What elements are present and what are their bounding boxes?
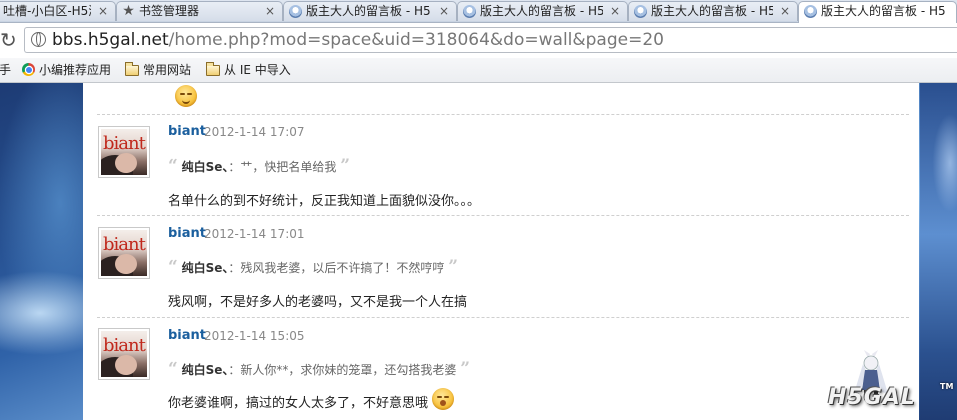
tab-title: 版主大人的留言板 - H5 xyxy=(306,4,431,18)
bookmark-item[interactable]: 手 xyxy=(0,61,11,79)
avatar[interactable]: biant xyxy=(98,227,150,279)
tab-title: 版主大人的留言板 - H5 xyxy=(480,4,603,18)
quote-open-mark: “ xyxy=(168,156,178,176)
globe-icon xyxy=(31,32,46,47)
url-text[interactable]: bbs.h5gal.net/home.php?mod=space&uid=318… xyxy=(52,30,664,50)
close-icon[interactable]: × xyxy=(265,2,275,21)
quote-close-mark: ” xyxy=(448,257,459,277)
tab-2[interactable]: ★ 书签管理器 × xyxy=(116,1,283,21)
divider xyxy=(97,114,909,115)
bookmark-label: 手 xyxy=(0,63,12,77)
quote-open-mark: “ xyxy=(168,359,178,379)
url-host: bbs.h5gal.net xyxy=(52,30,169,50)
wall-entry: biant biant 2012-1-14 17:07 “ 纯白Se、：艹，快把… xyxy=(83,114,919,211)
quoted-message: “ 纯白Se、：残风我老婆，以后不许搞了！不然哼哼 ” xyxy=(168,257,458,277)
tab-title: 吐槽-小白区-H5游 xyxy=(3,4,91,18)
reply-text: 残风啊，不是好多人的老婆吗，又不是我一个人在搞 xyxy=(168,295,468,310)
tab-title: 书签管理器 xyxy=(139,4,200,18)
trademark-mark: TM xyxy=(940,382,954,391)
quote-close-mark: ” xyxy=(460,359,471,379)
reply-text: 你老婆谁啊，搞过的女人太多了，不好意思哦 xyxy=(168,396,429,411)
quoted-author: 纯白Se、 xyxy=(181,261,229,275)
post-time: 2012-1-14 15:05 xyxy=(204,329,305,343)
quoted-message: “ 纯白Se、：艹，快把名单给我 ” xyxy=(168,156,350,176)
gal-favicon-icon xyxy=(463,5,476,18)
reload-icon[interactable]: ↻ xyxy=(0,29,20,51)
gal-favicon-icon xyxy=(289,5,302,18)
quote-open-mark: “ xyxy=(168,257,178,277)
bookmarks-bar: 手 小编推荐应用 常用网站 从 IE 中导入 xyxy=(0,58,957,83)
wall-entry: biant biant 2012-1-14 15:05 “ 纯白Se、：新人你*… xyxy=(83,317,919,420)
divider xyxy=(97,317,909,318)
tab-title: 版主大人的留言板 - H5 xyxy=(651,4,773,18)
divider xyxy=(97,215,909,216)
author-link[interactable]: biant xyxy=(168,124,206,139)
quoted-message: “ 纯白Se、：新人你**，求你妹的笼罩，还勾搭我老婆 ” xyxy=(168,359,470,379)
gal-favicon-icon xyxy=(634,5,647,18)
h5gal-logo: H5GAL TM xyxy=(828,350,957,420)
quote-close-mark: ” xyxy=(340,156,351,176)
avatar-lettering: biant xyxy=(103,234,146,255)
close-icon[interactable]: × xyxy=(610,2,620,21)
bookmark-label: 小编推荐应用 xyxy=(39,63,112,77)
folder-icon xyxy=(125,62,139,76)
logo-text: H5GAL xyxy=(828,385,916,410)
close-icon[interactable]: × xyxy=(780,2,790,21)
tab-title: 版主大人的留言板 - H5 xyxy=(821,4,946,18)
bookmark-apps[interactable]: 小编推荐应用 xyxy=(22,61,111,79)
tab-strip: 吐槽-小白区-H5游 × ★ 书签管理器 × 版主大人的留言板 - H5 × 版… xyxy=(0,0,957,23)
bookmark-label: 从 IE 中导入 xyxy=(224,63,291,77)
quoted-author: 纯白Se、 xyxy=(181,160,229,174)
bookmark-label: 常用网站 xyxy=(143,63,192,77)
post-time: 2012-1-14 17:01 xyxy=(204,227,305,241)
folder-icon xyxy=(206,62,220,76)
page-viewport[interactable]: biant biant 2012-1-14 17:07 “ 纯白Se、：艹，快把… xyxy=(0,83,957,420)
quoted-text: ：残风我老婆，以后不许搞了！不然哼哼 xyxy=(228,261,445,275)
post-time: 2012-1-14 17:07 xyxy=(204,125,305,139)
reply-text: 名单什么的到不好统计，反正我知道上面貌似没你。。。 xyxy=(168,194,481,209)
tab-5[interactable]: 版主大人的留言板 - H5 × xyxy=(628,1,798,21)
wall-entry: biant biant 2012-1-14 17:01 “ 纯白Se、：残风我老… xyxy=(83,215,919,315)
avatar[interactable]: biant xyxy=(98,126,150,178)
tab-6-active[interactable]: 版主大人的留言板 - H5 xyxy=(798,1,957,23)
embarrassed-emoticon-icon xyxy=(432,388,454,410)
chrome-apps-icon xyxy=(22,63,35,76)
gal-favicon-icon xyxy=(804,5,817,18)
close-icon[interactable]: × xyxy=(439,2,449,21)
tab-1[interactable]: 吐槽-小白区-H5游 × xyxy=(0,1,116,21)
author-link[interactable]: biant xyxy=(168,328,206,343)
avatar-lettering: biant xyxy=(103,133,146,154)
avatar[interactable]: biant xyxy=(98,328,150,380)
address-bar: ↻ bbs.h5gal.net/home.php?mod=space&uid=3… xyxy=(0,23,957,58)
bookmark-folder-ie[interactable]: 从 IE 中导入 xyxy=(206,61,291,79)
bookmark-folder-common[interactable]: 常用网站 xyxy=(125,61,191,79)
quoted-author: 纯白Se、 xyxy=(181,363,229,377)
url-path: /home.php?mod=space&uid=318064&do=wall&p… xyxy=(168,30,664,50)
tab-3[interactable]: 版主大人的留言板 - H5 × xyxy=(283,1,457,21)
tab-4[interactable]: 版主大人的留言板 - H5 × xyxy=(457,1,628,21)
omnibox[interactable]: bbs.h5gal.net/home.php?mod=space&uid=318… xyxy=(24,27,957,53)
close-icon[interactable]: × xyxy=(98,2,108,21)
avatar-lettering: biant xyxy=(103,335,146,356)
author-link[interactable]: biant xyxy=(168,226,206,241)
quoted-text: ：新人你**，求你妹的笼罩，还勾搭我老婆 xyxy=(228,363,457,377)
wall-panel: biant biant 2012-1-14 17:07 “ 纯白Se、：艹，快把… xyxy=(83,83,919,420)
star-icon: ★ xyxy=(122,3,135,19)
quoted-text: ：艹，快把名单给我 xyxy=(228,160,337,174)
smiley-emoticon-icon xyxy=(175,85,197,107)
